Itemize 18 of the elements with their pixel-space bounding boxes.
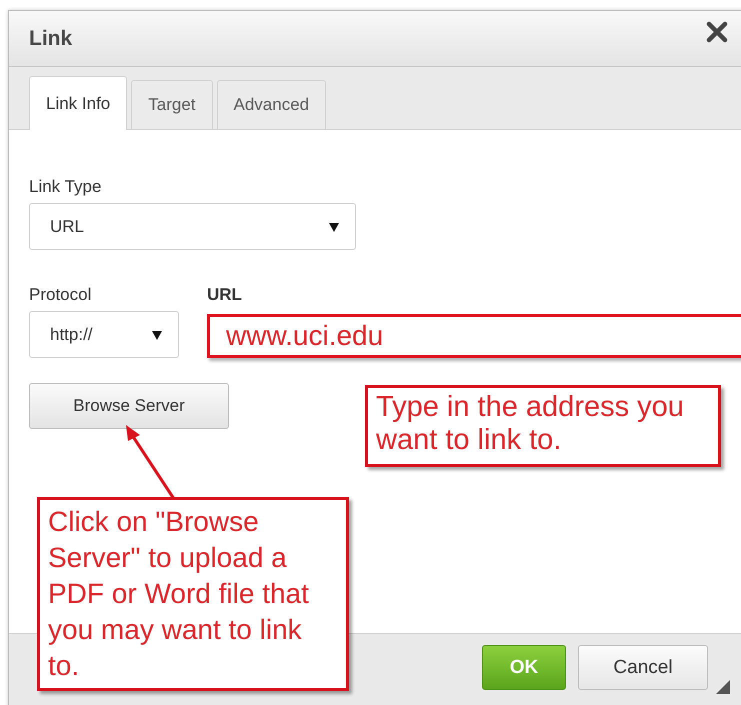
browse-server-button[interactable]: Browse Server — [29, 383, 229, 429]
tab[interactable]: Advanced — [216, 80, 326, 129]
tab[interactable]: Link Info — [29, 76, 128, 130]
dialog-title: Link — [29, 26, 72, 50]
link-type-select[interactable]: URL — [29, 203, 356, 250]
callout-note: Type in the address you want to link to. — [365, 385, 721, 467]
caret-icon — [329, 222, 339, 232]
field-label: URL — [207, 285, 243, 305]
url-field[interactable]: www.uci.edu — [207, 314, 741, 358]
field-label: Protocol — [29, 285, 92, 305]
field-label: Link Type — [29, 177, 102, 197]
callout-note: Click on "Browse Server" to upload a PDF or Word file that you may want to link to. — [37, 497, 349, 691]
protocol-select[interactable]: http:// — [29, 311, 179, 358]
close-icon[interactable] — [705, 20, 729, 44]
cancel-button[interactable]: Cancel — [578, 645, 708, 690]
resize-grip-icon[interactable] — [716, 680, 730, 694]
tab[interactable]: Target — [131, 80, 213, 129]
caret-icon — [152, 330, 162, 340]
